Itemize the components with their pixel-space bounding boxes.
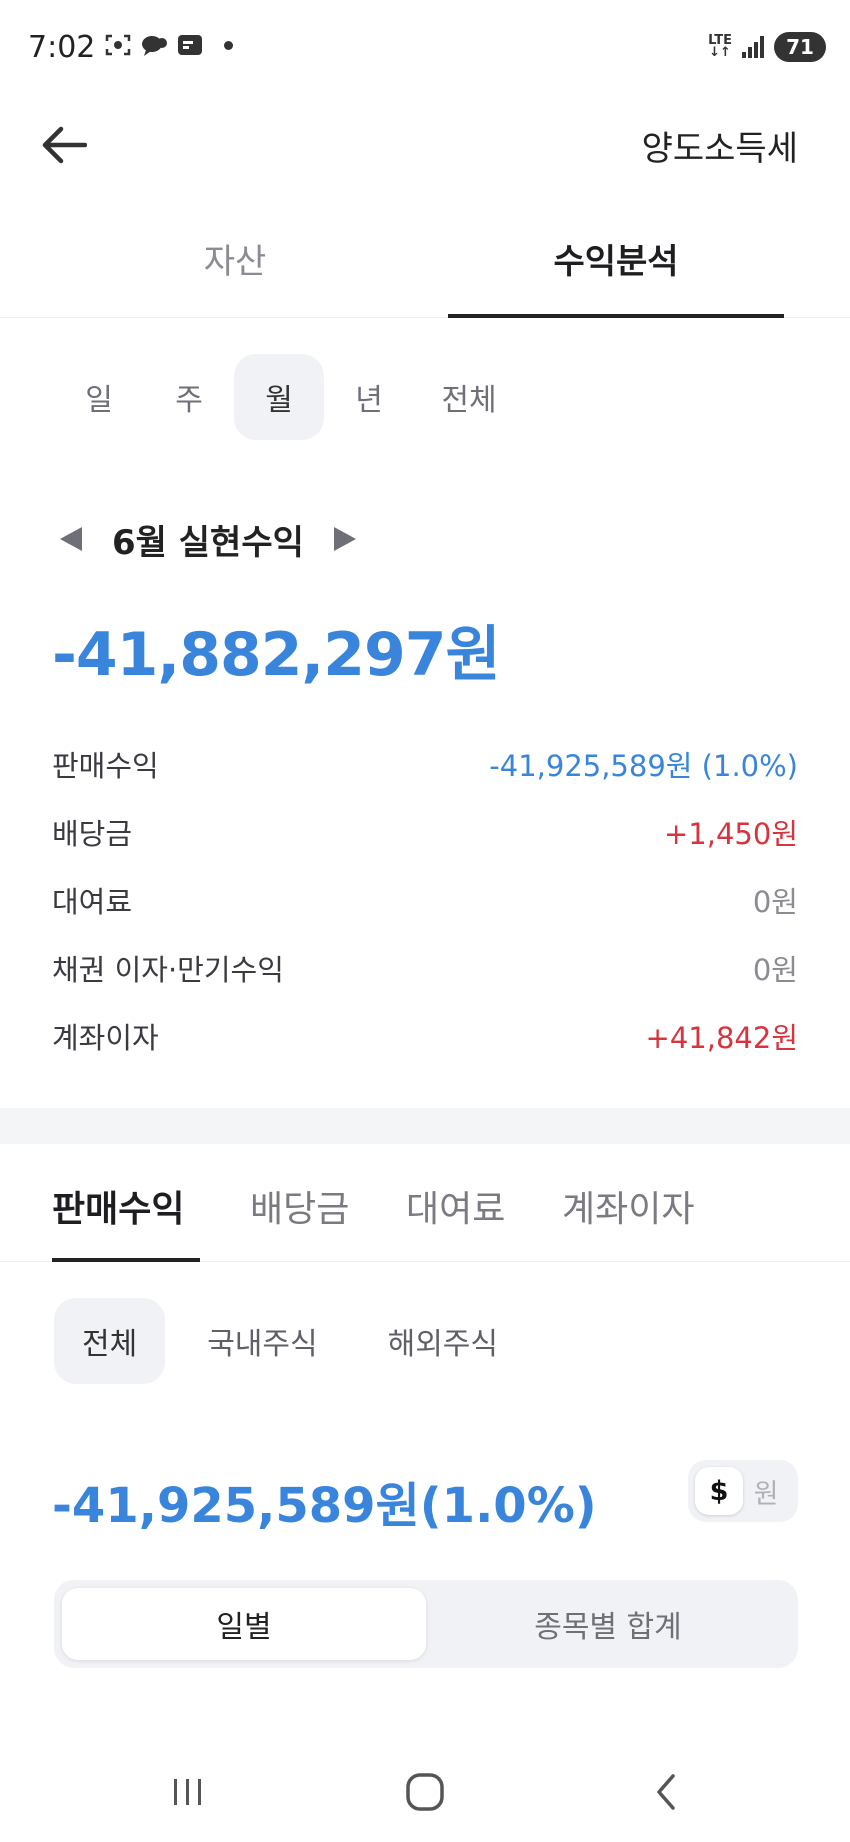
view-daily[interactable]: 일별 [62,1588,426,1660]
nav-back-icon [657,1774,675,1810]
breakdown-label: 계좌이자 [52,1021,159,1055]
breakdown-row: 판매수익 -41,925,589원 (1.0%) [52,730,798,798]
breakdown-label: 배당금 [52,817,133,851]
next-month-icon[interactable] [333,527,356,551]
recent-apps-button[interactable] [158,1764,218,1820]
currency-toggle[interactable]: $ 원 [688,1460,798,1522]
breakdown-row: 대여료 0원 [52,866,798,934]
back-arrow-icon [42,126,87,164]
breakdown-label: 채권 이자·만기수익 [52,953,284,987]
month-title: 6월 실현수익 [112,522,304,563]
breakdown-value: +41,842원 [645,1021,798,1055]
tab-profit-analysis[interactable]: 수익분석 [448,234,784,283]
breakdown-value: 0원 [752,885,798,919]
period-all[interactable]: 전체 [414,354,524,440]
back-button[interactable] [36,117,92,173]
breakdown-row: 배당금 +1,450원 [52,798,798,866]
previous-month-icon[interactable] [60,527,82,551]
signal-icon [742,36,764,58]
tax-link[interactable]: 양도소득세 [642,121,798,170]
screenshot-icon [105,34,131,56]
realized-profit-total: -41,882,297원 [52,620,501,690]
recent-apps-icon [174,1779,201,1805]
view-mode-segmented: 일별 종목별 합계 [54,1580,798,1668]
status-bar: 7:02 LTE ↓↑ 71 [0,0,850,95]
section-divider [0,1108,850,1144]
breakdown-value: +1,450원 [664,817,798,851]
profit-breakdown: 판매수익 -41,925,589원 (1.0%) 배당금 +1,450원 대여료… [52,730,798,1070]
status-time: 7:02 [28,30,96,65]
more-notifications-dot [224,40,233,50]
network-type: LTE [708,33,732,48]
active-subtab-indicator [52,1258,200,1262]
tab-assets[interactable]: 자산 [67,234,403,283]
tab-account-interest[interactable]: 계좌이자 [562,1180,694,1232]
breakdown-value: 0원 [752,953,798,987]
breakdown-row: 계좌이자 +41,842원 [52,1002,798,1070]
system-navigation-bar [0,1742,850,1842]
home-icon [406,1773,444,1811]
breakdown-row: 채권 이자·만기수익 0원 [52,934,798,1002]
market-overseas[interactable]: 해외주식 [360,1298,526,1384]
system-status: LTE ↓↑ 71 [708,32,826,62]
notification-icons [104,33,233,57]
main-tabs: 자산 수익분석 [0,210,850,318]
battery-indicator: 71 [774,32,826,62]
app-notification-icon [178,35,202,55]
market-filter: 전체 국내주식 해외주식 [54,1298,540,1384]
tab-sales-profit[interactable]: 판매수익 [52,1180,184,1232]
profit-type-tabs: 판매수익 배당금 대여료 계좌이자 [0,1144,850,1262]
period-selector: 일 주 월 년 전체 [54,354,524,440]
tab-lending-fees[interactable]: 대여료 [406,1180,505,1232]
breakdown-value: -41,925,589원 (1.0%) [489,749,798,783]
view-by-stock-total[interactable]: 종목별 합계 [426,1588,790,1660]
period-month[interactable]: 월 [234,354,324,440]
home-button[interactable] [395,1764,455,1820]
period-day[interactable]: 일 [54,354,144,440]
lte-icon: LTE ↓↑ [708,33,732,60]
breakdown-label: 판매수익 [52,749,159,783]
tab-dividends[interactable]: 배당금 [250,1180,349,1232]
currency-won[interactable]: 원 [742,1467,790,1515]
market-domestic[interactable]: 국내주식 [179,1298,345,1384]
period-year[interactable]: 년 [324,354,414,440]
app-bar: 양도소득세 [0,95,850,195]
currency-dollar[interactable]: $ [695,1467,743,1515]
breakdown-label: 대여료 [52,885,133,919]
nav-back-button[interactable] [636,1764,696,1820]
market-all[interactable]: 전체 [54,1298,166,1384]
active-tab-indicator [448,314,784,318]
month-navigator: 6월 실현수익 [60,517,356,563]
period-week[interactable]: 주 [144,354,234,440]
sales-profit-amount: -41,925,589원(1.0%) [52,1478,597,1534]
chat-bubble-icon [142,36,167,56]
